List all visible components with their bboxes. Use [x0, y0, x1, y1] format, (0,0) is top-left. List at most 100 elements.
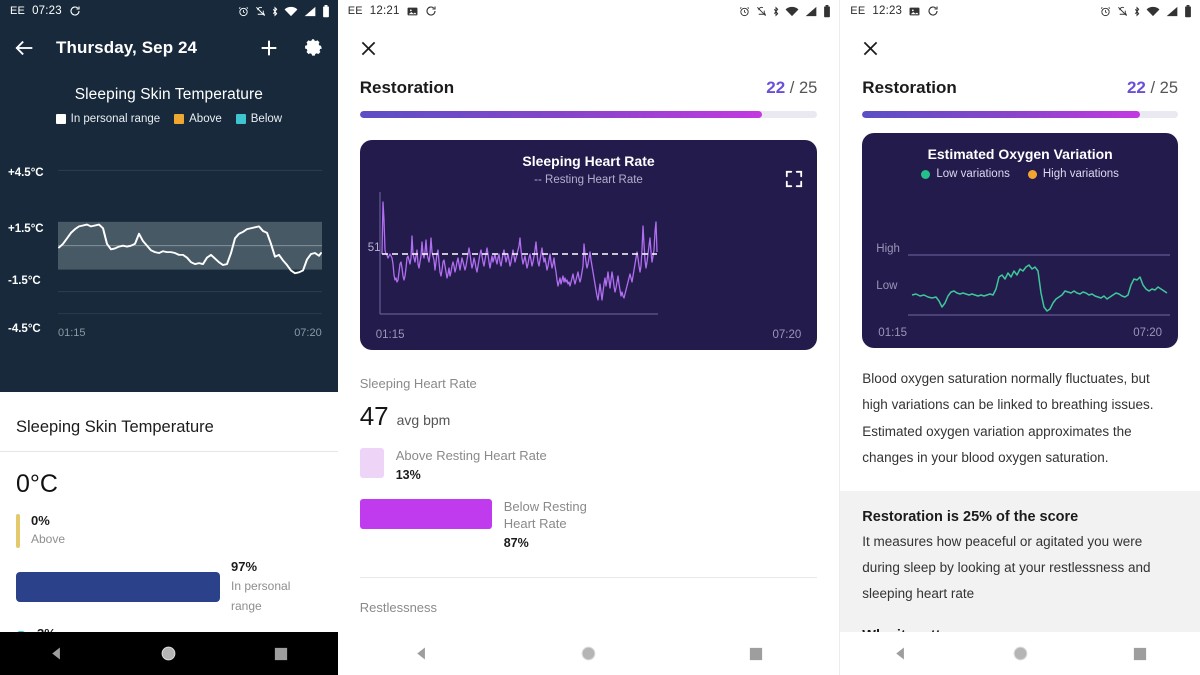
clock-label: 12:21: [369, 5, 400, 17]
skin-temp-xaxis: 01:15 07:20: [58, 327, 322, 339]
sleeping-heart-rate-card[interactable]: Sleeping Heart Rate -- Resting Heart Rat…: [359, 140, 818, 350]
recents-square-icon[interactable]: [268, 647, 294, 661]
ox-plot: [908, 254, 1171, 316]
ox-ytick-low: Low: [876, 280, 898, 292]
mid-score-progress: [359, 111, 818, 118]
legend-swatch-below: [235, 114, 246, 124]
status-bar-left: EE 07:23: [0, 0, 338, 22]
hr-bar-below-pct: 87%: [503, 535, 529, 550]
wifi-icon: [785, 6, 799, 17]
xaxis-end: 07:20: [294, 327, 322, 339]
legend-swatch-above: [174, 114, 185, 124]
home-circle-icon[interactable]: [1007, 645, 1033, 662]
legend-label-in-range: In personal range: [70, 113, 161, 125]
back-triangle-icon[interactable]: [887, 645, 913, 662]
bar-in-range-pct: 97%: [231, 559, 258, 575]
photo-icon: [407, 6, 418, 17]
score-value-group: 22 / 25: [766, 78, 817, 98]
restlessness-label: Restlessness: [359, 600, 438, 616]
recents-square-icon[interactable]: [1127, 647, 1153, 661]
hr-avg-unit: avg bpm: [396, 412, 451, 428]
hr-bar-row-below: Below Resting Heart Rate 87%: [338, 499, 840, 551]
legend-label-below: Below: [250, 113, 283, 125]
score-separator: /: [789, 79, 795, 97]
recents-square-icon[interactable]: [743, 647, 769, 661]
hr-xaxis-end: 07:20: [772, 329, 802, 341]
back-triangle-icon[interactable]: [43, 645, 69, 662]
bar-row-in-range: 97% In personal range: [0, 559, 338, 615]
wifi-icon: [284, 6, 298, 17]
page-title: Thursday, Sep 24: [56, 38, 198, 57]
hr-xaxis: 01:15 07:20: [376, 329, 802, 341]
ox-xaxis-start: 01:15: [878, 327, 908, 339]
clock-label: 12:23: [872, 5, 903, 17]
score-value: 22: [766, 78, 786, 97]
hr-plot: [379, 192, 658, 315]
ytick-minus15: -1.5°C: [8, 275, 41, 287]
fullscreen-icon[interactable]: [785, 170, 803, 193]
battery-icon: [322, 4, 330, 18]
hr-bar-below: [359, 499, 492, 530]
panel-restoration-heart-rate: EE 12:21 Restoration 22 / 25 Sleeping He…: [337, 0, 841, 675]
score-name: Restoration: [862, 78, 957, 97]
right-score-progress: [862, 111, 1178, 118]
back-triangle-icon[interactable]: [408, 645, 434, 662]
legend-label-above: Above: [189, 113, 222, 125]
bar-in-range: [16, 572, 220, 603]
ytick-plus15: +1.5°C: [8, 223, 44, 235]
hr-avg-stat: 47 avg bpm: [338, 391, 840, 432]
skin-temp-plot: [58, 169, 322, 315]
status-bar-right: EE 12:23: [840, 0, 1200, 22]
clock-label: 07:23: [32, 5, 62, 17]
left-app-bar: Thursday, Sep 24: [0, 22, 338, 74]
score-max: 25: [798, 79, 818, 97]
close-icon[interactable]: [358, 38, 379, 64]
progress-fill: [359, 111, 763, 118]
skin-temp-legend: In personal range Above Below: [0, 113, 338, 125]
sync-icon: [69, 5, 81, 17]
hr-bar-below-label: Below Resting Heart Rate: [503, 499, 587, 532]
home-circle-icon[interactable]: [156, 645, 182, 662]
home-circle-icon[interactable]: [576, 645, 602, 662]
hr-card-title: Sleeping Heart Rate: [522, 153, 655, 169]
three-panel-screenshot: EE 07:23 Thursday, Sep 24 Sleeping Skin …: [0, 0, 1200, 675]
gear-icon[interactable]: [302, 37, 324, 59]
bluetooth-icon: [1134, 5, 1140, 17]
android-nav-bar-left: [0, 632, 338, 675]
ox-xaxis-end: 07:20: [1133, 327, 1162, 339]
notifications-off-icon: [756, 6, 767, 17]
skin-temp-summary-sheet: Sleeping Skin Temperature 0°C 0% Above 9…: [0, 392, 338, 659]
android-nav-bar-right: [840, 632, 1200, 675]
oxygen-description: Blood oxygen saturation normally fluctua…: [862, 371, 1154, 465]
hr-bar-above: [359, 448, 384, 478]
hr-xaxis-start: 01:15: [375, 329, 405, 341]
battery-icon: [823, 4, 831, 18]
oxygen-variation-card[interactable]: Estimated Oxygen Variation Low variation…: [862, 133, 1178, 348]
hr-card-subtitle: -- Resting Heart Rate: [534, 174, 643, 186]
progress-fill: [862, 111, 1141, 118]
hr-avg-value: 47: [359, 401, 389, 431]
alarm-icon: [739, 6, 750, 17]
skin-temp-card-title: Sleeping Skin Temperature: [74, 86, 264, 103]
hr-bar-above-label: Above Resting Heart Rate: [395, 448, 547, 463]
legend-item-high: High variations: [1027, 168, 1119, 180]
android-nav-bar-mid: [337, 632, 840, 675]
legend-item-in-range: In personal range: [55, 113, 161, 125]
bar-in-range-label: In personal range: [231, 578, 291, 613]
legend-label-low: Low variations: [936, 168, 1010, 180]
back-arrow-icon[interactable]: [14, 37, 36, 59]
plus-icon[interactable]: [258, 37, 280, 59]
legend-swatch-in-range: [55, 114, 66, 124]
bluetooth-icon: [272, 5, 278, 17]
close-icon[interactable]: [860, 38, 881, 64]
ox-xaxis: 01:15 07:20: [878, 327, 1162, 339]
ox-legend: Low variations High variations: [862, 162, 1178, 180]
carrier-label: EE: [10, 5, 26, 17]
score-value: 22: [1126, 78, 1146, 97]
summary-title: Sleeping Skin Temperature: [0, 392, 338, 452]
bar-above-label: Above: [31, 532, 66, 547]
alarm-icon: [238, 6, 249, 17]
ox-ytick-high: High: [876, 243, 900, 255]
status-bar-mid: EE 12:21: [337, 0, 840, 22]
sync-icon: [927, 5, 939, 17]
